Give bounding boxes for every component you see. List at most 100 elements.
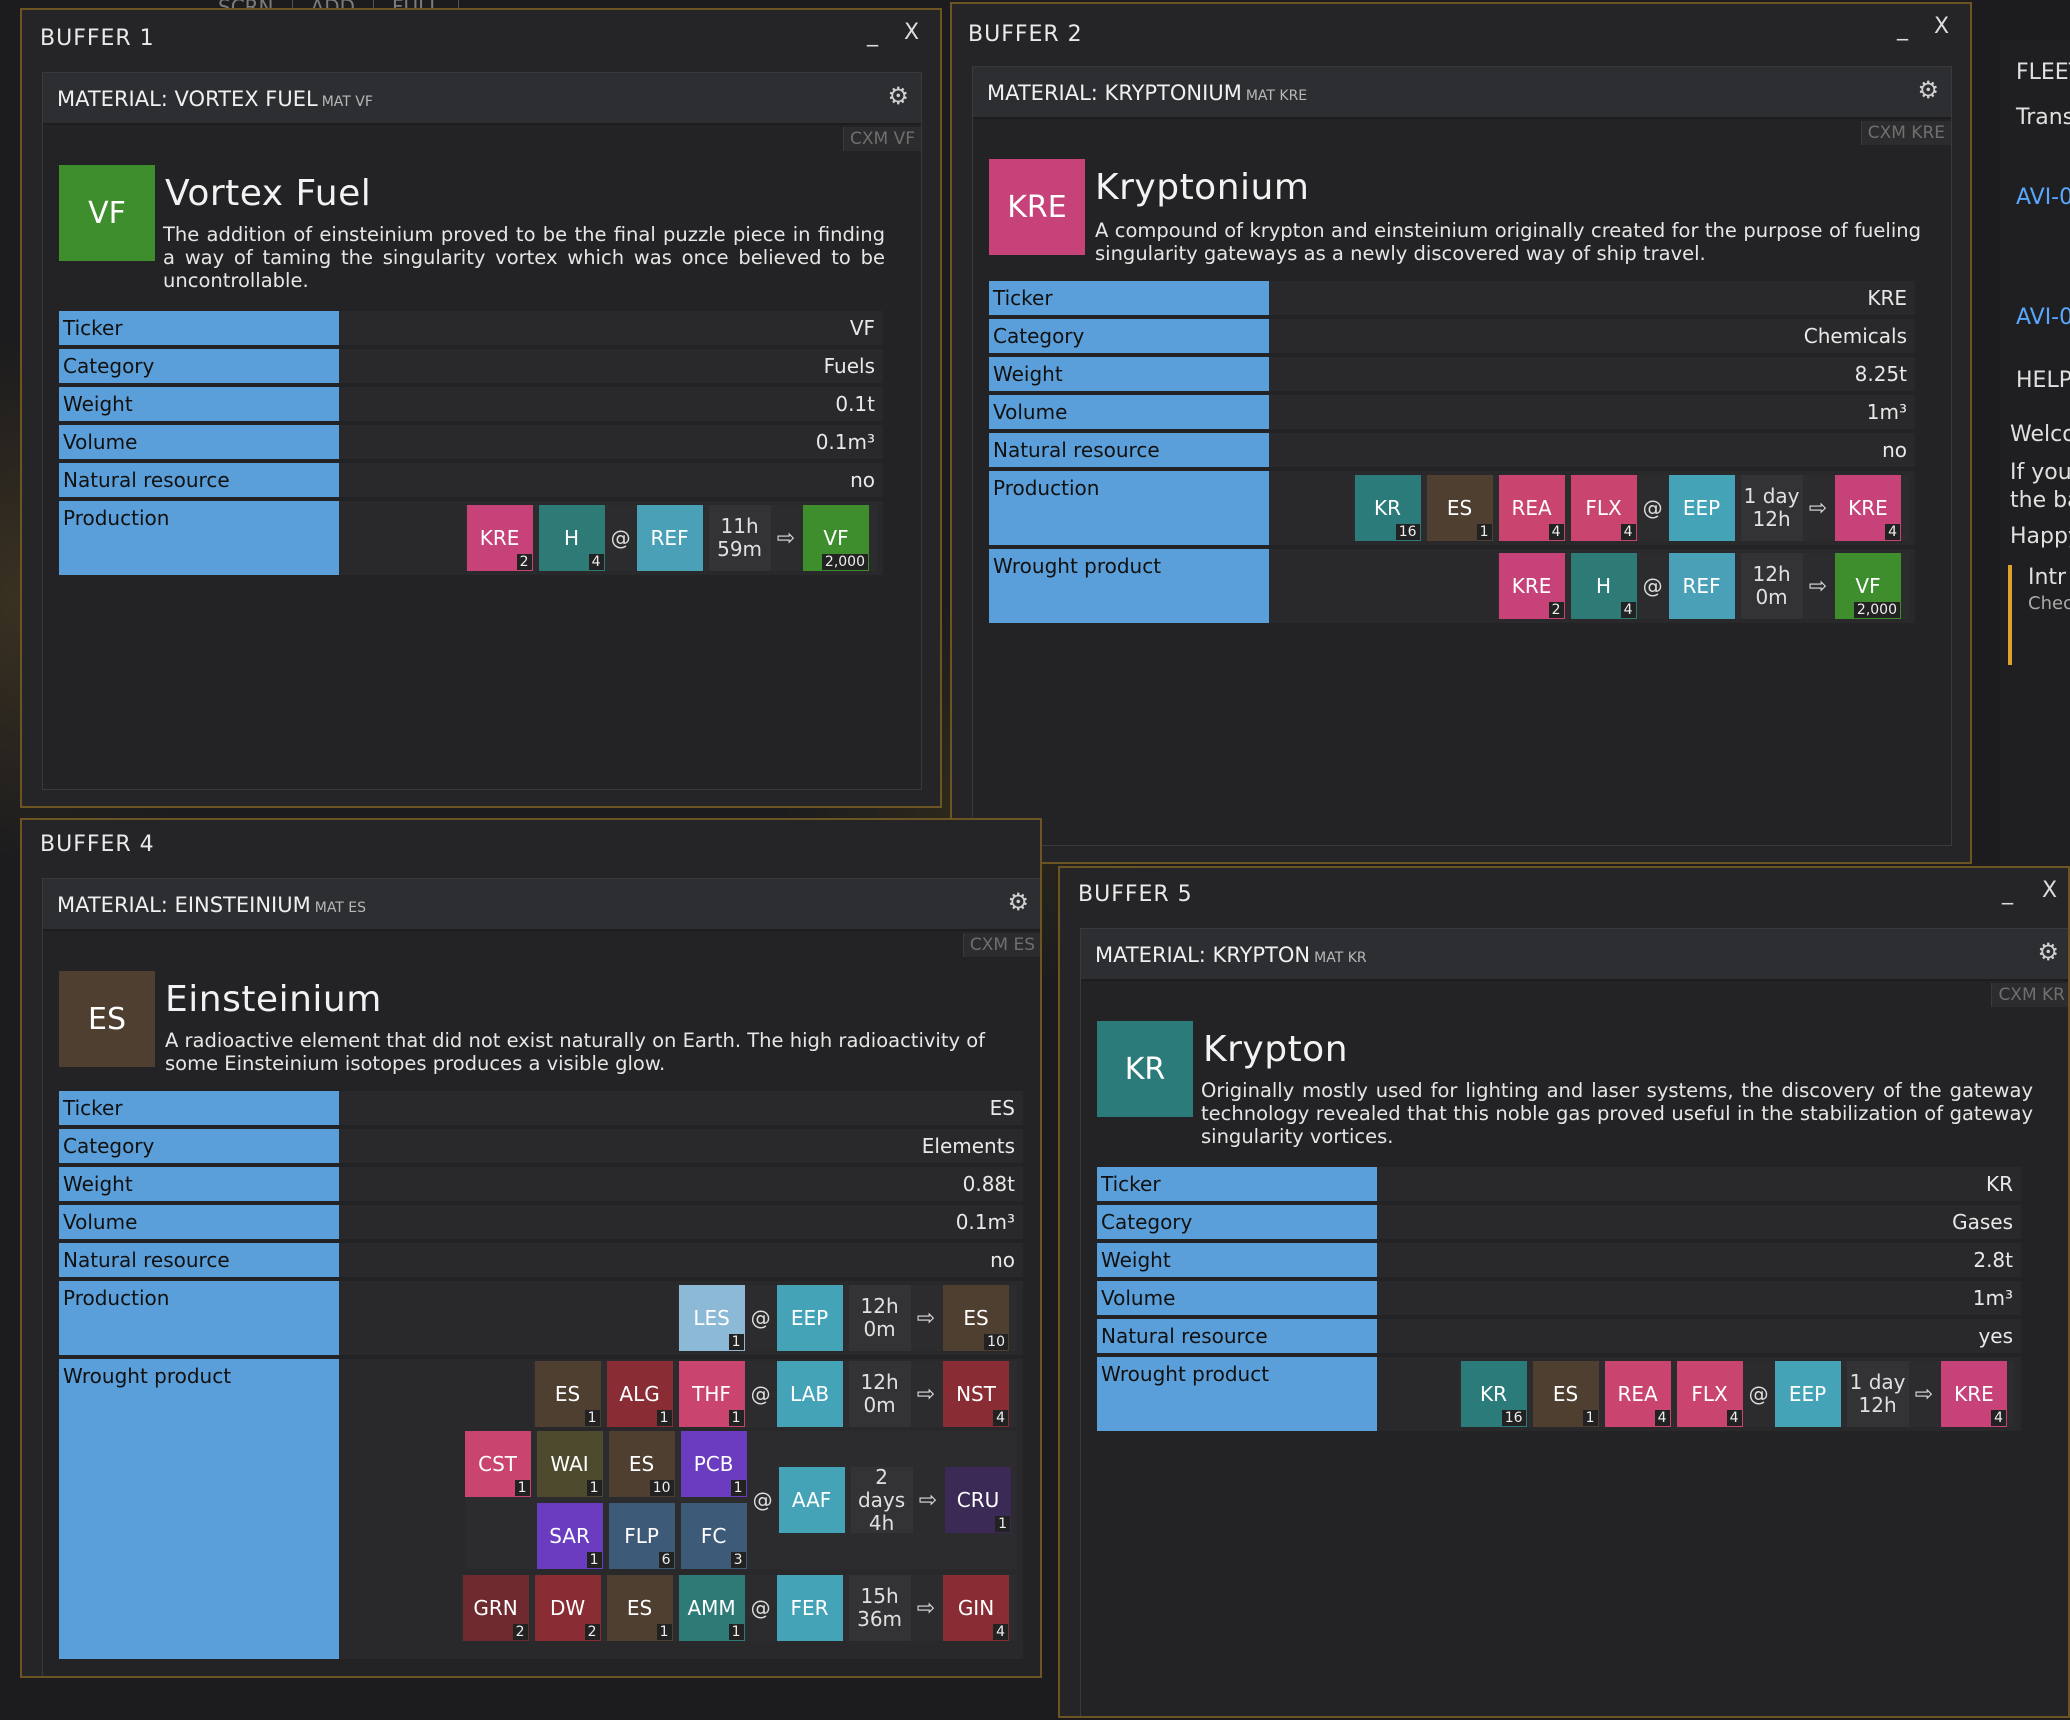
minimize-button[interactable]: _ — [2002, 880, 2013, 905]
material-chip[interactable]: ES 1 — [606, 1575, 673, 1641]
arrow-icon: ⇨ — [776, 525, 795, 551]
fleet-ship-link[interactable]: AVI-0 — [2016, 185, 2070, 210]
gear-icon[interactable]: ⚙ — [1917, 76, 1939, 104]
row-weight: Weight 0.88t — [59, 1167, 1023, 1201]
material-chip[interactable]: FC 3 — [680, 1503, 747, 1569]
tile-header: MATERIAL: EINSTEINIUM MAT ES ⚙ — [43, 879, 1040, 931]
close-button[interactable]: X — [904, 20, 919, 45]
arrow-icon: ⇨ — [918, 1487, 937, 1513]
material-chip[interactable]: KRE 2 — [466, 505, 533, 571]
building-chip[interactable]: EEP — [776, 1285, 843, 1351]
duration: 12h 0m — [848, 1285, 911, 1351]
fleet-tab-trans[interactable]: Trans — [2016, 105, 2070, 130]
cxm-link[interactable]: CXM VF — [843, 127, 921, 151]
material-chip[interactable]: CST 1 — [464, 1431, 531, 1497]
row-volume: Volume 1m³ — [989, 395, 1915, 429]
window-title: BUFFER 1 — [40, 26, 155, 51]
help-text: If you — [2010, 460, 2070, 485]
at-symbol: @ — [752, 1488, 773, 1512]
material-chip[interactable]: FLP 6 — [608, 1503, 675, 1569]
material-chip[interactable]: THF 1 — [678, 1361, 745, 1427]
buffer-5-window: BUFFER 5 _ X MATERIAL: KRYPTON MAT KR ⚙ C… — [1058, 866, 2070, 1718]
material-chip[interactable]: H4 — [1570, 553, 1637, 619]
tile-title: MATERIAL: KRYPTONIUM MAT KRE — [987, 81, 1308, 105]
at-symbol: @ — [1748, 1382, 1769, 1406]
material-tile: MATERIAL: KRYPTONIUM MAT KRE ⚙ CXM KRE KR… — [972, 66, 1952, 846]
close-button[interactable]: X — [2042, 878, 2057, 903]
material-chip[interactable]: GRN 2 — [462, 1575, 529, 1641]
material-chip[interactable]: FLX 4 — [1676, 1361, 1743, 1427]
material-chip[interactable]: ES 1 — [534, 1361, 601, 1427]
row-natural-resource: Natural resource yes — [1097, 1319, 2021, 1353]
close-button[interactable]: X — [1934, 14, 1949, 39]
material-icon[interactable]: KRE — [989, 159, 1085, 255]
recipe[interactable]: KRE 2 H4 @ REF 12h 0m ⇨ VF 2,000 — [1496, 553, 1909, 619]
recipe[interactable]: ES 1 ALG 1 THF 1 @ LAB 12h 0m ⇨ NST 4 — [532, 1361, 1017, 1427]
buffer-4-window: BUFFER 4 MATERIAL: EINSTEINIUM MAT ES ⚙ C… — [20, 818, 1042, 1678]
cxm-link[interactable]: CXM KR — [1991, 983, 2068, 1007]
recipe[interactable]: CST 1 WAI 1 ES 10 PCB 1 SAR 1 FLP 6 FC 3 @ AAF — [464, 1431, 1017, 1569]
material-chip[interactable]: ES 10 — [608, 1431, 675, 1497]
material-chip[interactable]: DW 2 — [534, 1575, 601, 1641]
building-chip[interactable]: REF — [636, 505, 703, 571]
recipe[interactable]: LES 1 @ EEP 12h 0m ⇨ ES 10 — [676, 1285, 1017, 1351]
fleet-ship-link[interactable]: AVI-0 — [2016, 305, 2070, 330]
help-item[interactable]: Intr Chec — [2008, 565, 2070, 665]
cxm-link[interactable]: CXM ES — [962, 933, 1040, 957]
gear-icon[interactable]: ⚙ — [887, 82, 909, 110]
row-weight: Weight 8.25t — [989, 357, 1915, 391]
material-description: The addition of einsteinium proved to be… — [163, 223, 885, 292]
recipe[interactable]: GRN 2 DW 2 ES 1 AMM 1 @ FER 15h 36m ⇨ GIN 4 — [460, 1575, 1017, 1641]
at-symbol: @ — [750, 1596, 771, 1620]
building-chip[interactable]: FER — [776, 1575, 843, 1641]
at-symbol: @ — [1642, 574, 1663, 598]
material-chip[interactable]: REA 4 — [1604, 1361, 1671, 1427]
material-chip[interactable]: PCB 1 — [680, 1431, 747, 1497]
recipe[interactable]: KR 16 ES 1 REA 4 FLX 4 @ EEP 1 day 12h ⇨ KRE 4 — [1352, 475, 1909, 541]
building-chip[interactable]: REF — [1668, 553, 1735, 619]
material-chip[interactable]: VF 2,000 — [803, 505, 869, 571]
material-chip[interactable]: AMM 1 — [678, 1575, 745, 1641]
row-weight: Weight 2.8t — [1097, 1243, 2021, 1277]
material-chip[interactable]: ES 10 — [943, 1285, 1009, 1351]
gear-icon[interactable]: ⚙ — [1007, 888, 1029, 916]
building-chip[interactable]: LAB — [776, 1361, 843, 1427]
material-chip[interactable]: REA 4 — [1498, 475, 1565, 541]
material-chip[interactable]: KRE 4 — [1941, 1361, 2007, 1427]
building-chip[interactable]: AAF — [778, 1467, 845, 1533]
building-chip[interactable]: EEP — [1774, 1361, 1841, 1427]
material-chip[interactable]: NST 4 — [943, 1361, 1009, 1427]
duration: 12h 0m — [848, 1361, 911, 1427]
material-chip[interactable]: KRE 2 — [1498, 553, 1565, 619]
material-chip[interactable]: WAI 1 — [536, 1431, 603, 1497]
building-chip[interactable]: EEP — [1668, 475, 1735, 541]
minimize-button[interactable]: _ — [1897, 16, 1908, 41]
material-chip[interactable]: ES 1 — [1532, 1361, 1599, 1427]
tile-title: MATERIAL: KRYPTON MAT KR — [1095, 943, 1367, 967]
row-category: Category Chemicals — [989, 319, 1915, 353]
material-chip[interactable]: KR 16 — [1460, 1361, 1527, 1427]
minimize-button[interactable]: _ — [867, 22, 878, 47]
material-chip[interactable]: ES 1 — [1426, 475, 1493, 541]
material-chip[interactable]: CRU 1 — [945, 1467, 1011, 1533]
material-chip[interactable]: ALG 1 — [606, 1361, 673, 1427]
gear-icon[interactable]: ⚙ — [2037, 938, 2059, 966]
material-chip[interactable]: SAR 1 — [536, 1503, 603, 1569]
recipe[interactable]: KR 16 ES 1 REA 4 FLX 4 @ EEP 1 day 12h ⇨ KRE 4 — [1458, 1361, 2015, 1427]
material-chip[interactable]: KR 16 — [1354, 475, 1421, 541]
material-name: Vortex Fuel — [165, 173, 372, 214]
material-icon[interactable]: ES — [59, 971, 155, 1067]
material-chip[interactable]: GIN 4 — [943, 1575, 1009, 1641]
at-symbol: @ — [610, 526, 631, 550]
cxm-link[interactable]: CXM KRE — [1860, 121, 1951, 145]
material-chip[interactable]: VF 2,000 — [1835, 553, 1901, 619]
info-table: Ticker VF Category Fuels Weight 0.1t Volume… — [59, 311, 883, 579]
material-description: A compound of krypton and einsteinium or… — [1095, 219, 1921, 265]
material-chip[interactable]: H4 — [538, 505, 605, 571]
material-chip[interactable]: LES 1 — [678, 1285, 745, 1351]
material-chip[interactable]: KRE 4 — [1835, 475, 1901, 541]
row-natural-resource: Natural resource no — [59, 1243, 1023, 1277]
material-chip[interactable]: FLX 4 — [1570, 475, 1637, 541]
at-symbol: @ — [750, 1382, 771, 1406]
recipe[interactable]: KRE 2 H4 @ REF 11h 59m ⇨ VF 2,000 — [464, 505, 877, 571]
